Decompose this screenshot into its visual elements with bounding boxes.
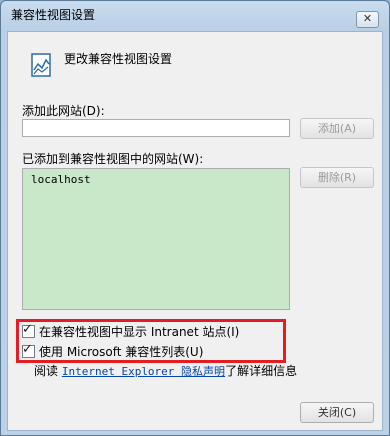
privacy-row: 阅读 Internet Explorer 隐私声明了解详细信息 [34, 362, 297, 379]
privacy-prefix: 阅读 [34, 364, 59, 378]
microsoft-list-option[interactable]: ✓ 使用 Microsoft 兼容性列表(U) [22, 342, 203, 360]
add-site-label: 添加此网站(D): [22, 104, 105, 118]
add-site-input[interactable] [22, 119, 290, 137]
intranet-checkbox[interactable]: ✓ [22, 321, 35, 338]
header-text: 更改兼容性视图设置 [64, 52, 173, 66]
microsoft-list-option-label: 使用 Microsoft 兼容性列表(U) [39, 344, 204, 359]
intranet-option[interactable]: ✓ 在兼容性视图中显示 Intranet 站点(I) [22, 322, 239, 340]
remove-button[interactable]: 删除(R) [300, 167, 374, 188]
added-sites-list[interactable]: localhost [22, 168, 290, 310]
list-item[interactable]: localhost [31, 173, 91, 186]
window-title: 兼容性视图设置 [11, 8, 96, 22]
checkmark-icon: ✓ [22, 321, 33, 337]
close-icon: ✕ [362, 12, 373, 25]
privacy-statement-link[interactable]: Internet Explorer 隐私声明 [62, 365, 225, 378]
compatibility-view-icon [31, 53, 51, 77]
dialog-body: 更改兼容性视图设置 添加此网站(D): 添加(A) 已添加到兼容性视图中的网站(… [7, 31, 383, 431]
compatibility-view-dialog: 兼容性视图设置 ✕ 更改兼容性视图设置 添加此网站(D): 添加(A) 已添加到… [0, 0, 390, 436]
add-button[interactable]: 添加(A) [300, 118, 374, 139]
microsoft-list-checkbox[interactable]: ✓ [22, 341, 35, 358]
privacy-suffix: 了解详细信息 [225, 364, 298, 378]
checkmark-icon: ✓ [22, 341, 33, 357]
added-sites-label: 已添加到兼容性视图中的网站(W): [22, 152, 204, 166]
intranet-option-label: 在兼容性视图中显示 Intranet 站点(I) [39, 324, 240, 339]
close-button[interactable]: 关闭(C) [300, 402, 374, 423]
title-bar[interactable]: 兼容性视图设置 ✕ [1, 1, 389, 28]
window-close-button[interactable]: ✕ [356, 11, 379, 28]
